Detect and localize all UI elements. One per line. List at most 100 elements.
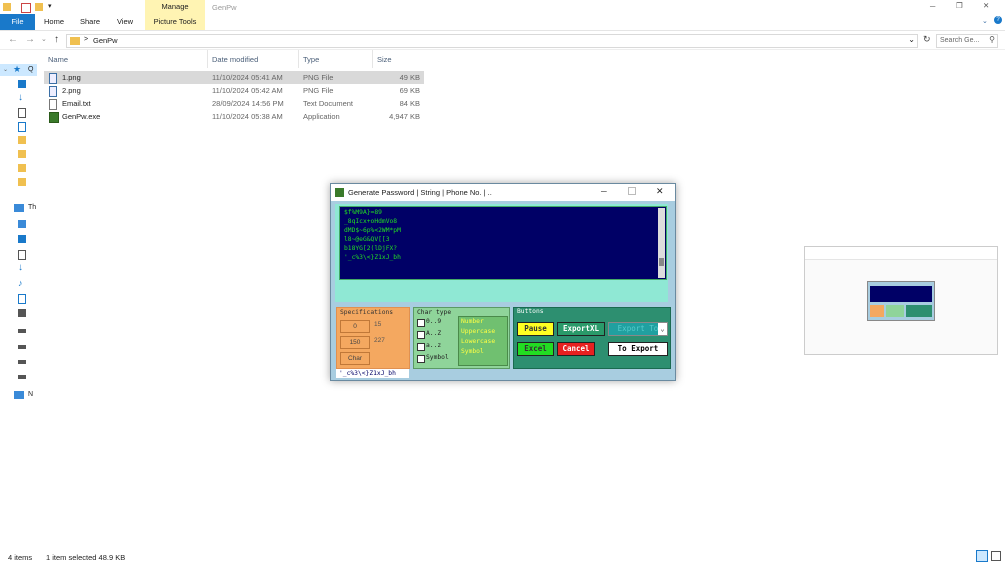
large-icons-view-icon[interactable] (991, 551, 1001, 561)
list-item[interactable]: Uppercase (461, 328, 495, 335)
export-to-dropdown[interactable]: Export To ⌄ (608, 322, 668, 336)
drive-icon[interactable] (18, 375, 26, 379)
3d-objects-icon[interactable] (18, 220, 26, 228)
file-size: 4,947 KB (389, 112, 420, 121)
cancel-button[interactable]: Cancel (557, 342, 595, 356)
properties-icon[interactable] (21, 3, 31, 13)
column-type[interactable]: Type (303, 55, 319, 64)
tab-home[interactable]: Home (38, 14, 70, 30)
ribbon-collapse-icon[interactable]: ⌄ (982, 17, 988, 25)
scrollbar-thumb[interactable] (659, 258, 664, 266)
videos-icon[interactable] (18, 309, 26, 317)
folder-icon (70, 37, 80, 45)
drive-icon[interactable] (18, 329, 26, 333)
pictures-icon[interactable] (18, 294, 26, 304)
documents-icon[interactable] (18, 108, 26, 118)
list-item[interactable]: Symbol (461, 348, 484, 355)
network-icon[interactable] (14, 391, 24, 399)
file-type: Application (303, 112, 340, 121)
file-row[interactable]: 1.png 11/10/2024 05:41 AM PNG File 49 KB (44, 71, 424, 84)
folder-icon[interactable] (18, 178, 26, 186)
thumb-console (870, 286, 932, 302)
maximize-button[interactable]: ❐ (956, 1, 963, 10)
column-size[interactable]: Size (377, 55, 392, 64)
column-divider[interactable] (298, 50, 299, 68)
qat-dropdown-icon[interactable]: ▾ (48, 2, 52, 10)
desktop-icon[interactable] (18, 80, 26, 88)
tab-picture-tools[interactable]: Picture Tools (145, 14, 205, 30)
exportxl-button[interactable]: ExportXL (557, 322, 605, 336)
address-dropdown-icon[interactable]: ⌄ (908, 35, 915, 44)
new-folder-icon[interactable] (35, 3, 43, 11)
column-date[interactable]: Date modified (212, 55, 258, 64)
column-divider[interactable] (372, 50, 373, 68)
max-length-button[interactable]: 150 (340, 336, 370, 349)
up-button[interactable]: ↑ (54, 35, 59, 45)
documents-icon[interactable] (18, 250, 26, 260)
password-output[interactable]: $f%M9A}=89 _8qIcx+oHdmVo8 dMD$~6p%<2WM*p… (339, 206, 667, 280)
chevron-down-icon[interactable]: ⌄ (658, 323, 667, 335)
dialog-close-button[interactable]: ✕ (656, 186, 664, 197)
file-name: GenPw.exe (62, 112, 101, 121)
drive-icon[interactable] (18, 360, 26, 364)
folder-icon[interactable] (18, 164, 26, 172)
dialog-minimize-button[interactable]: ─ (601, 187, 607, 196)
minimize-button[interactable]: ─ (930, 2, 935, 11)
forward-button[interactable]: → (25, 35, 35, 45)
downloads-icon[interactable]: ↓ (18, 263, 26, 273)
last-password-field[interactable]: '_c%3\<}Z1xJ_bh (336, 369, 409, 378)
search-box[interactable]: Search Ge... ⚲ (936, 34, 998, 48)
min-length-value: 15 (374, 321, 382, 328)
tab-file[interactable]: File (0, 14, 35, 30)
nav-quick-access[interactable]: ⌄ ★ Q (0, 64, 37, 76)
downloads-icon[interactable]: ↓ (18, 93, 26, 103)
output-scrollbar[interactable] (658, 208, 665, 278)
chevron-down-icon[interactable]: ⌄ (3, 66, 8, 73)
to-export-button[interactable]: To Export (608, 342, 668, 356)
file-size: 84 KB (399, 99, 420, 108)
list-item[interactable]: Number (461, 318, 484, 325)
list-item[interactable]: Lowercase (461, 338, 495, 345)
this-pc-icon[interactable] (14, 204, 24, 212)
help-icon[interactable]: ? (994, 16, 1002, 24)
details-view-icon[interactable] (976, 550, 988, 562)
dialog-title-bar: Generate Password | String | Phone No. |… (331, 184, 675, 201)
folder-icon[interactable] (18, 150, 26, 158)
refresh-icon[interactable]: ↻ (923, 34, 931, 45)
title-bar: ▾ Manage GenPw ─ ❐ ✕ (0, 0, 1005, 14)
char-button[interactable]: Char (340, 352, 370, 365)
file-row[interactable]: 2.png 11/10/2024 05:42 AM PNG File 69 KB (44, 84, 424, 97)
thumb-ribbon (805, 247, 997, 260)
excel-button[interactable]: Excel (517, 342, 554, 356)
column-name[interactable]: Name (48, 55, 68, 64)
lowercase-checkbox[interactable] (417, 343, 425, 351)
output-panel: $f%M9A}=89 _8qIcx+oHdmVo8 dMD$~6p%<2WM*p… (335, 204, 668, 302)
file-name: Email.txt (62, 99, 91, 108)
star-icon: ★ (13, 64, 22, 74)
char-type-list[interactable]: Number Uppercase Lowercase Symbol (458, 316, 508, 366)
desktop-icon[interactable] (18, 235, 26, 243)
pause-button[interactable]: Pause (517, 322, 554, 336)
navigation-pane: ⌄ ★ Q ↓ Th ↓ ♪ N (0, 50, 37, 550)
column-divider[interactable] (207, 50, 208, 68)
music-icon[interactable]: ♪ (18, 279, 26, 288)
tab-view[interactable]: View (110, 14, 140, 30)
address-bar[interactable]: > GenPw ⌄ (66, 34, 918, 48)
folder-icon[interactable] (18, 136, 26, 144)
symbol-checkbox[interactable] (417, 355, 425, 363)
breadcrumb-genpw[interactable]: GenPw (93, 36, 118, 45)
file-row[interactable]: GenPw.exe 11/10/2024 05:38 AM Applicatio… (44, 110, 424, 123)
thumb-buttons (906, 305, 932, 317)
tab-share[interactable]: Share (74, 14, 106, 30)
dialog-maximize-button (628, 187, 636, 195)
pictures-icon[interactable] (18, 122, 26, 132)
uppercase-checkbox[interactable] (417, 331, 425, 339)
back-button[interactable]: ← (8, 35, 18, 45)
digits-checkbox[interactable] (417, 319, 425, 327)
app-icon (335, 188, 344, 197)
recent-dropdown-icon[interactable]: ⌄ (41, 35, 47, 43)
file-row[interactable]: Email.txt 28/09/2024 14:56 PM Text Docum… (44, 97, 424, 110)
close-button[interactable]: ✕ (983, 1, 989, 10)
min-length-button[interactable]: 0 (340, 320, 370, 333)
drive-icon[interactable] (18, 345, 26, 349)
